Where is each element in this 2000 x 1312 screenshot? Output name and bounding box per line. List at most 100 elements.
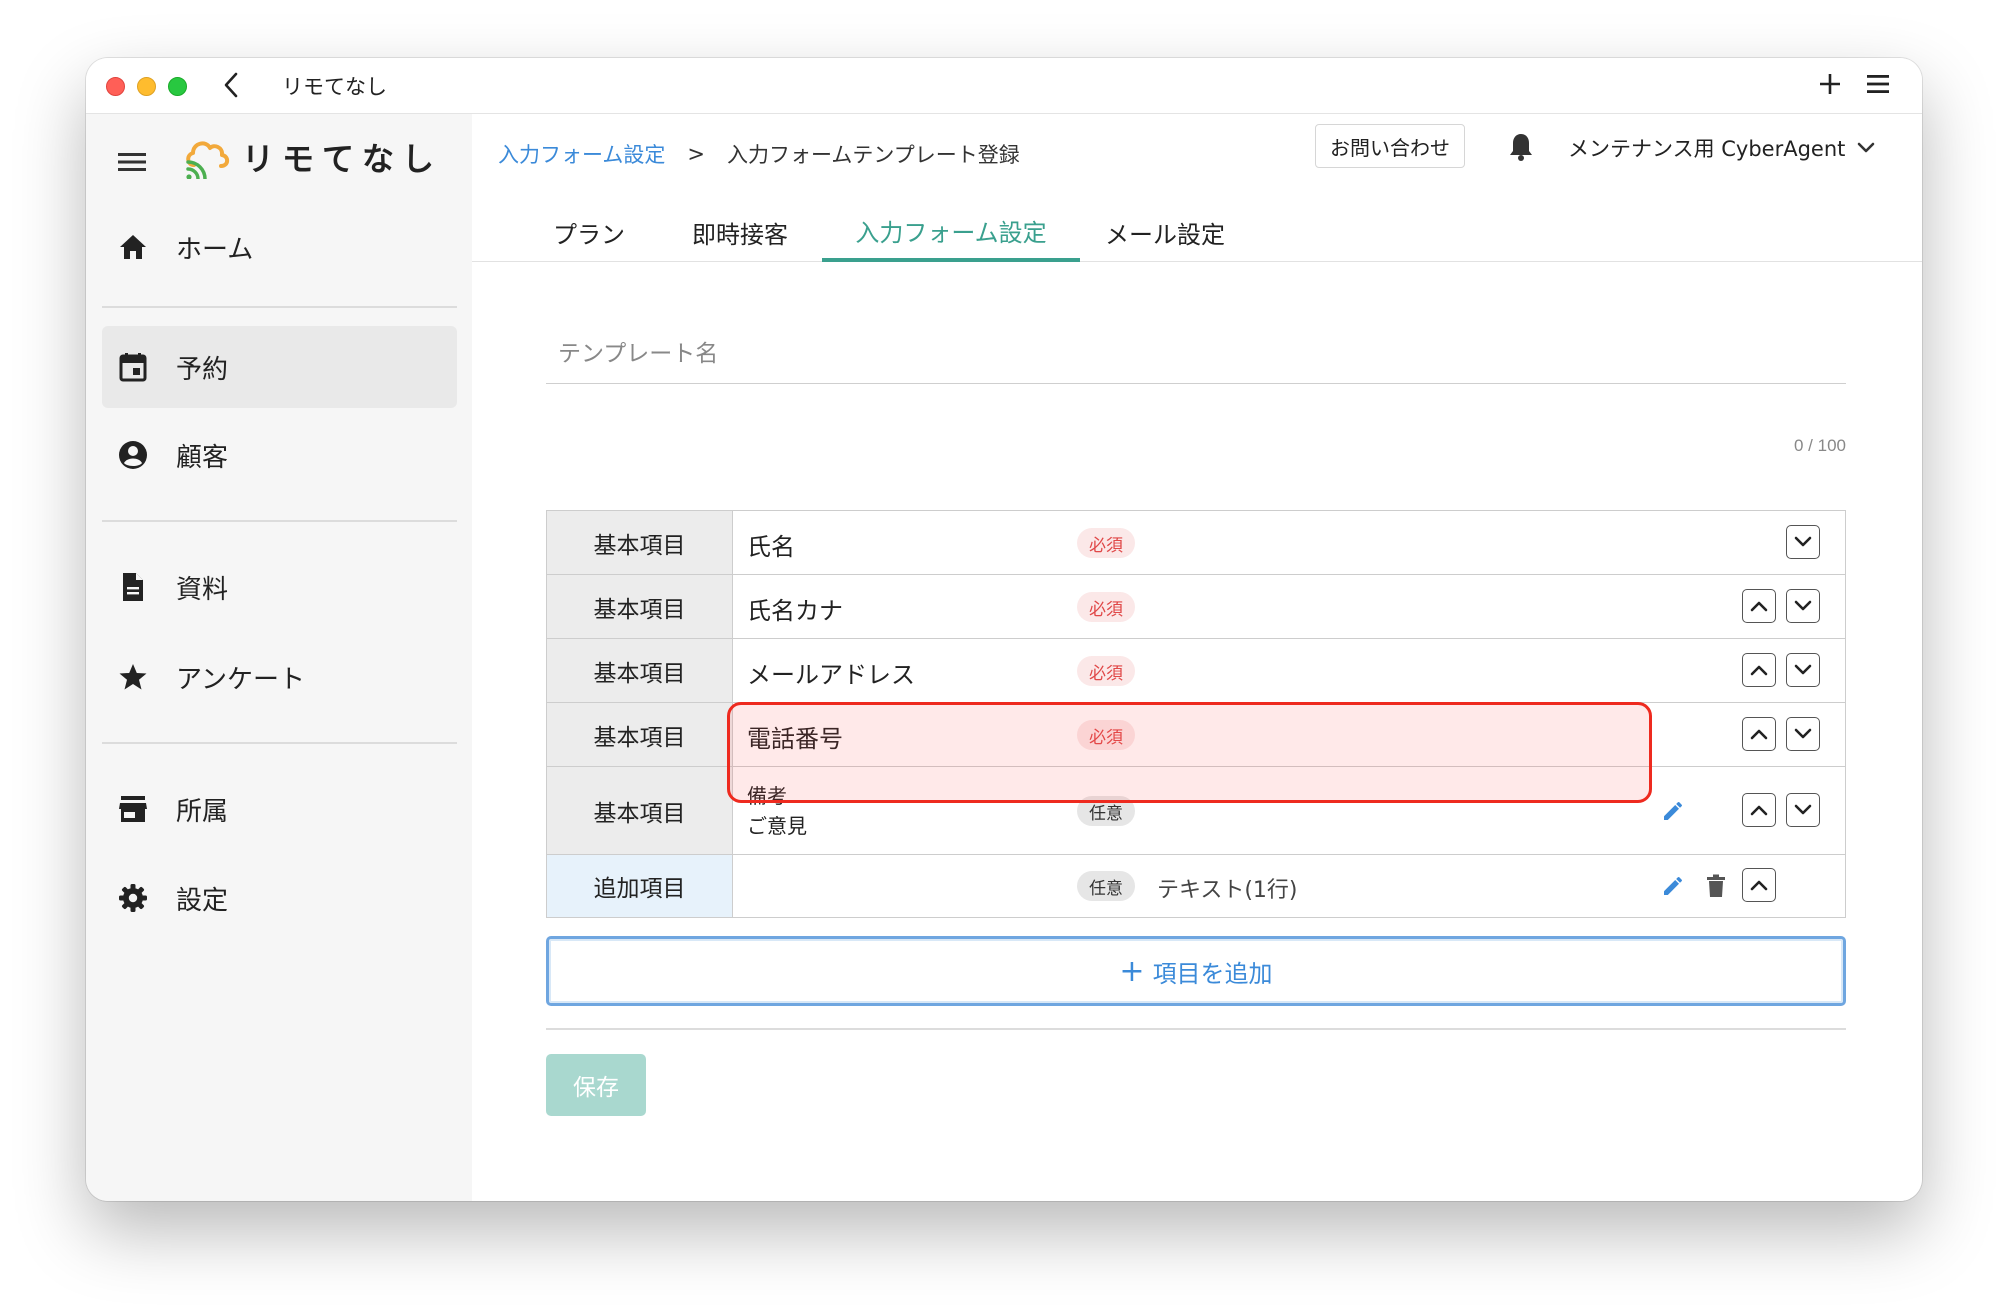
plus-icon (1820, 74, 1840, 94)
tab-form-settings[interactable]: 入力フォーム設定 (822, 202, 1080, 262)
menu-icon (1867, 75, 1889, 93)
main-content: 入力フォーム設定 > 入力フォームテンプレート登録 お問い合わせ メンテナンス用… (472, 114, 1922, 1201)
sidebar-item-label: アンケート (176, 664, 305, 695)
minimize-window-button[interactable] (137, 77, 156, 96)
sidebar-item-label: 予約 (176, 354, 229, 385)
sidebar-item-settings[interactable]: 設定 (102, 857, 457, 939)
field-cell: 氏名カナ 必須 (733, 575, 1845, 638)
move-up-button[interactable] (1742, 868, 1776, 902)
pencil-icon (1664, 877, 1682, 895)
move-down-button[interactable] (1786, 653, 1820, 687)
edit-button[interactable] (1656, 869, 1690, 903)
sidebar-item-label: 所属 (176, 796, 229, 827)
chevron-up-icon (1750, 601, 1768, 612)
required-badge: 必須 (1077, 720, 1135, 750)
save-button[interactable]: 保存 (546, 1054, 646, 1116)
edit-button[interactable] (1656, 794, 1690, 828)
field-name: 氏名 (747, 533, 795, 561)
app-logo[interactable]: リモてなし (184, 134, 442, 180)
sidebar-divider (102, 306, 457, 308)
breadcrumb-link-form-settings[interactable]: 入力フォーム設定 (498, 139, 665, 169)
sidebar-item-reservations[interactable]: 予約 (102, 326, 457, 408)
move-up-button[interactable] (1742, 793, 1776, 827)
sidebar-item-label: ホーム (176, 234, 254, 265)
sidebar-item-label: 設定 (176, 885, 229, 916)
field-name-subtitle: ご意見 (747, 814, 807, 838)
table-row: 追加項目 任意 テキスト(1行) (547, 855, 1845, 917)
plus-icon: + (1119, 953, 1145, 989)
table-row: 基本項目 電話番号 必須 (547, 703, 1845, 767)
field-cell: 氏名 必須 (733, 511, 1845, 574)
chevron-down-icon (1857, 142, 1875, 154)
new-tab-button[interactable] (1812, 66, 1848, 102)
chevron-up-icon (1750, 805, 1768, 816)
sidebar-divider (102, 520, 457, 522)
field-name: メールアドレス (747, 661, 915, 689)
chevron-up-icon (1750, 729, 1768, 740)
move-down-button[interactable] (1786, 717, 1820, 751)
star-icon (116, 660, 150, 694)
sidebar-item-documents[interactable]: 資料 (102, 546, 457, 628)
window-menu-button[interactable] (1860, 66, 1896, 102)
back-button[interactable] (216, 68, 246, 102)
sidebar-item-label: 資料 (176, 574, 229, 605)
chevron-down-icon (1794, 536, 1812, 547)
sidebar-toggle-button[interactable] (114, 144, 150, 180)
field-cell: 電話番号 必須 (733, 703, 1845, 766)
gear-icon (116, 881, 150, 915)
form-fields-table: 基本項目 氏名 必須 基本項目 氏名カナ 必須 基本項目 メールアドレス 必須 … (546, 510, 1846, 918)
sidebar-divider (102, 742, 457, 744)
required-badge: 必須 (1077, 528, 1135, 558)
section-divider (546, 1028, 1846, 1030)
move-up-button[interactable] (1742, 717, 1776, 751)
document-icon (116, 570, 150, 604)
move-down-button[interactable] (1786, 793, 1820, 827)
notifications-button[interactable] (1504, 130, 1538, 164)
store-icon (116, 792, 150, 826)
tab-plan[interactable]: プラン (524, 202, 654, 262)
delete-button[interactable] (1699, 869, 1733, 903)
close-window-button[interactable] (106, 77, 125, 96)
field-cell: 備考 ご意見 任意 (733, 767, 1845, 854)
home-icon (116, 230, 150, 264)
app-window: リモてなし リモてなし ホーム 予約 顧客 資料 アンケート 所属 設定 入力フ… (86, 58, 1922, 1201)
table-row: 基本項目 備考 ご意見 任意 (547, 767, 1845, 855)
move-up-button[interactable] (1742, 653, 1776, 687)
add-field-label: 項目を追加 (1152, 959, 1273, 988)
breadcrumb-separator: > (687, 142, 705, 166)
chevron-down-icon (1794, 600, 1812, 611)
field-category: 基本項目 (547, 575, 733, 638)
field-category: 基本項目 (547, 767, 733, 854)
title-bar: リモてなし (86, 58, 1922, 114)
zoom-window-button[interactable] (168, 77, 187, 96)
chevron-down-icon (1794, 804, 1812, 815)
table-row: 基本項目 氏名 必須 (547, 511, 1845, 575)
field-category: 基本項目 (547, 703, 733, 766)
field-type-label: テキスト(1行) (1157, 878, 1298, 903)
template-name-field (546, 324, 1846, 384)
table-row: 基本項目 氏名カナ 必須 (547, 575, 1845, 639)
required-badge: 必須 (1077, 656, 1135, 686)
tab-instant-service[interactable]: 即時接客 (670, 202, 810, 262)
field-cell: 任意 テキスト(1行) (733, 855, 1845, 917)
template-name-input[interactable] (546, 324, 1846, 383)
sidebar-item-customers[interactable]: 顧客 (102, 414, 457, 496)
sidebar-item-label: 顧客 (176, 442, 229, 473)
move-down-button[interactable] (1786, 525, 1820, 559)
contact-button[interactable]: お問い合わせ (1315, 124, 1465, 168)
chevron-up-icon (1750, 665, 1768, 676)
move-down-button[interactable] (1786, 589, 1820, 623)
chevron-up-icon (1750, 880, 1768, 891)
sidebar-item-survey[interactable]: アンケート (102, 636, 457, 718)
add-field-button[interactable]: + 項目を追加 (546, 936, 1846, 1006)
logo-text: リモてなし (242, 140, 443, 178)
sidebar-item-home[interactable]: ホーム (102, 206, 457, 288)
tab-bar: プラン 即時接客 入力フォーム設定 メール設定 (472, 202, 1922, 262)
sidebar-item-affiliation[interactable]: 所属 (102, 768, 457, 850)
tab-mail-settings[interactable]: メール設定 (1090, 202, 1240, 262)
chevron-left-icon (224, 72, 238, 98)
field-name: 電話番号 (747, 725, 843, 753)
move-up-button[interactable] (1742, 589, 1776, 623)
pencil-icon (1664, 802, 1682, 820)
account-menu[interactable]: メンテナンス用 CyberAgent (1568, 132, 1875, 164)
